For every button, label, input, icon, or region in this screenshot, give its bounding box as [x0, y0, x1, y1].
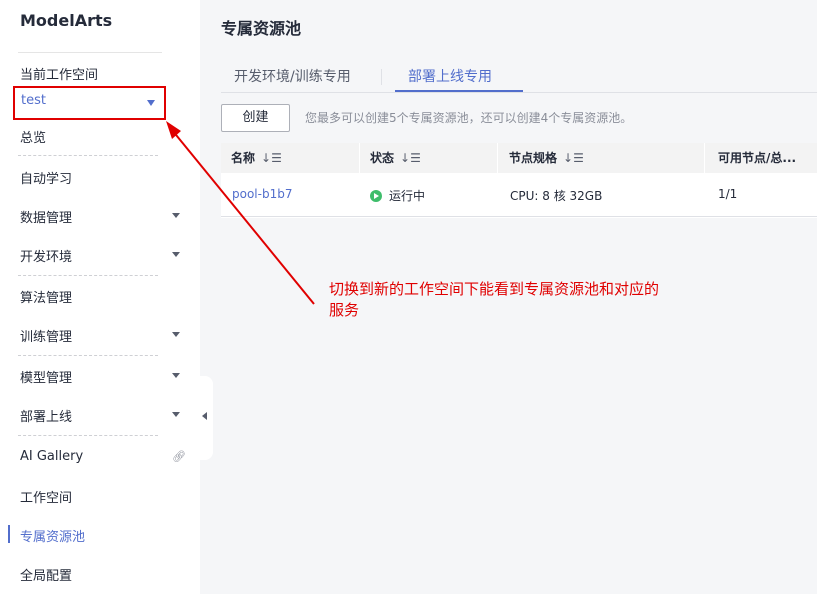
caret-down-icon — [172, 252, 180, 257]
column-header-nodes: 可用节点/总... — [718, 151, 797, 165]
column-header-status[interactable]: 状态 ↓☰ — [370, 143, 421, 173]
sidebar-item-label: 工作空间 — [20, 491, 73, 506]
column-header-name[interactable]: 名称 ↓☰ — [231, 143, 282, 173]
sort-icon[interactable]: ↓☰ — [261, 151, 282, 165]
sidebar-item-resource-pool[interactable]: 专属资源池 — [20, 523, 186, 547]
tab-bar: 开发环境/训练专用 部署上线专用 — [221, 63, 817, 93]
brand-divider — [18, 52, 162, 53]
sidebar-collapse-toggle[interactable] — [199, 376, 213, 460]
resource-pool-table: 名称 ↓☰ 状态 ↓☰ 节点规格 ↓☰ 可用节点/总... pool-b1b7 运行中… — [221, 143, 817, 218]
nav-divider — [18, 435, 158, 436]
sidebar: ModelArts 当前工作空间 test 总览 自动学习 数据管理 开发环境 … — [0, 0, 200, 594]
sidebar-item-label: 模型管理 — [20, 371, 73, 386]
sidebar-item-data-management[interactable]: 数据管理 — [20, 204, 186, 228]
sidebar-item-label: 专属资源池 — [20, 530, 86, 545]
chevron-left-icon — [202, 412, 207, 420]
nav-divider — [18, 155, 158, 156]
sidebar-item-model[interactable]: 模型管理 — [20, 364, 186, 388]
workspace-label: 当前工作空间 — [20, 68, 99, 83]
caret-down-icon — [172, 412, 180, 417]
nav-divider — [18, 355, 158, 356]
sidebar-item-training[interactable]: 训练管理 — [20, 323, 186, 347]
sidebar-item-label: 全局配置 — [20, 569, 73, 584]
sidebar-item-label: 总览 — [20, 131, 47, 146]
column-separator — [359, 143, 360, 173]
sidebar-item-auto-learning[interactable]: 自动学习 — [20, 165, 186, 189]
page-title: 专属资源池 — [221, 19, 302, 38]
sidebar-item-label: 开发环境 — [20, 250, 73, 265]
sidebar-item-ai-gallery[interactable]: AI Gallery 🔗︎ — [20, 446, 186, 470]
table-header: 名称 ↓☰ 状态 ↓☰ 节点规格 ↓☰ 可用节点/总... — [221, 143, 817, 173]
pool-status: 运行中 — [370, 187, 425, 204]
sidebar-item-overview[interactable]: 总览 — [20, 124, 186, 148]
sidebar-item-dev-env[interactable]: 开发环境 — [20, 243, 186, 267]
column-separator — [704, 143, 705, 173]
nav-divider — [18, 275, 158, 276]
workspace-select[interactable]: test — [13, 86, 166, 120]
sidebar-item-label: 算法管理 — [20, 291, 73, 306]
pool-nodes: 1/1 — [718, 187, 738, 201]
quota-hint: 您最多可以创建5个专属资源池，还可以创建4个专属资源池。 — [305, 111, 633, 125]
running-status-icon — [370, 190, 382, 202]
annotation-text: 切换到新的工作空间下能看到专属资源池和对应的服务 — [329, 280, 660, 319]
create-button[interactable]: 创建 — [221, 104, 290, 132]
caret-down-icon — [172, 373, 180, 378]
sidebar-item-label: AI Gallery — [20, 449, 84, 464]
sidebar-item-label: 数据管理 — [20, 211, 73, 226]
pool-name-link[interactable]: pool-b1b7 — [232, 187, 292, 201]
tab-separator — [381, 69, 382, 85]
workspace-value: test — [21, 93, 46, 108]
caret-down-icon — [172, 332, 180, 337]
tab-dev-training[interactable]: 开发环境/训练专用 — [234, 66, 351, 93]
tab-deploy[interactable]: 部署上线专用 — [408, 66, 492, 93]
table-row: pool-b1b7 运行中 CPU: 8 核 32GB 1/1 — [221, 173, 817, 217]
sort-icon[interactable]: ↓☰ — [400, 151, 421, 165]
sidebar-item-label: 自动学习 — [20, 172, 73, 187]
sidebar-item-label: 训练管理 — [20, 330, 73, 345]
sort-icon[interactable]: ↓☰ — [563, 151, 584, 165]
brand-title: ModelArts — [20, 11, 113, 30]
sidebar-item-deploy[interactable]: 部署上线 — [20, 403, 186, 427]
sidebar-item-global-config[interactable]: 全局配置 — [20, 562, 186, 586]
column-header-spec[interactable]: 节点规格 ↓☰ — [509, 143, 584, 173]
sidebar-item-workspace[interactable]: 工作空间 — [20, 484, 186, 508]
column-separator — [497, 143, 498, 173]
active-tab-underline — [395, 90, 523, 92]
caret-down-icon — [172, 213, 180, 218]
caret-down-icon — [147, 100, 155, 106]
external-link-icon: 🔗︎ — [172, 450, 186, 463]
sidebar-item-label: 部署上线 — [20, 410, 73, 425]
active-indicator — [8, 525, 10, 543]
pool-spec: CPU: 8 核 32GB — [510, 189, 603, 203]
sidebar-item-algorithm[interactable]: 算法管理 — [20, 284, 186, 308]
